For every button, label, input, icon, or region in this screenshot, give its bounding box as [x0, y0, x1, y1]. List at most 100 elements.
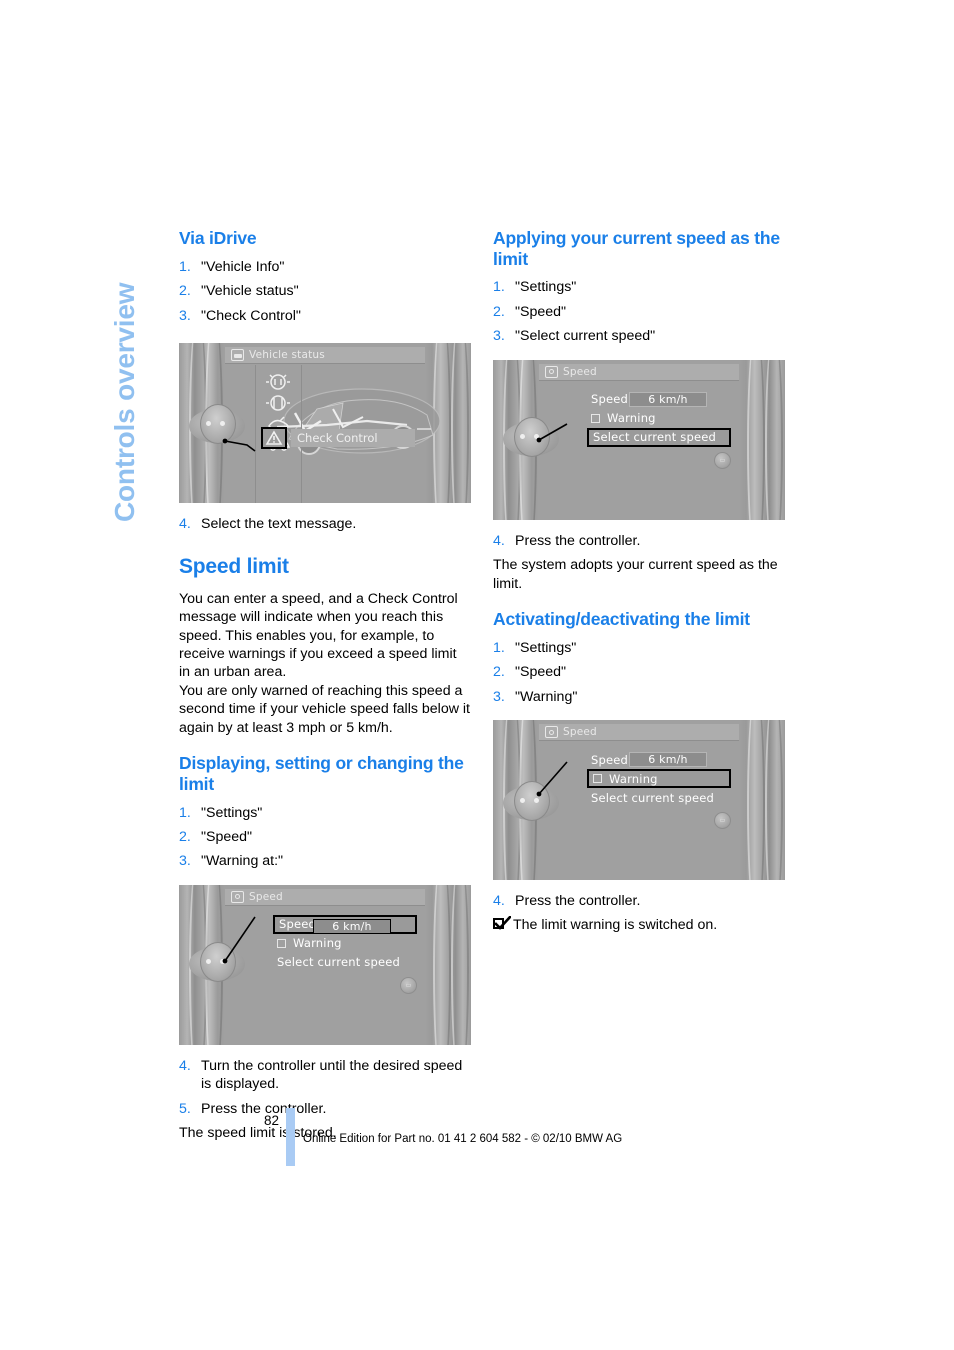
left-column: Via iDrive 1. "Vehicle Info" 2. "Vehicle…	[179, 228, 471, 1143]
heading-via-idrive: Via iDrive	[179, 228, 257, 248]
idrive-screen: Speed Speed 6 km/h Warning Select curren…	[189, 884, 425, 1045]
idrive-screen: Speed Speed 6 km/h Warning Select curren…	[503, 720, 739, 880]
menu-row-label: Speed	[591, 392, 629, 407]
step-text: "Vehicle Info"	[201, 258, 285, 275]
steps-via-idrive: 1. "Vehicle Info" 2. "Vehicle status" 3.…	[179, 258, 471, 325]
checkbox-checked-icon	[493, 916, 511, 932]
gear-icon	[231, 890, 244, 903]
speed-value: 6 km/h	[648, 392, 688, 406]
idrive-screen: Speed Speed 6 km/h Warning Select curren…	[503, 359, 739, 520]
menu-rows: Speed 6 km/h Warning Select current spee…	[587, 390, 731, 447]
steps-activating-deactivating: 1. "Settings" 2. "Speed" 3. "Warning"	[493, 639, 785, 706]
heading-applying-current-speed: Applying your current speed as the limit	[493, 228, 780, 269]
step-number: 1.	[179, 804, 191, 821]
figure-vehicle-status: Vehicle status Check Control	[179, 343, 471, 503]
menu-row-label: Select current speed	[591, 790, 715, 805]
steps-via-idrive-after: 4. Select the text message.	[179, 515, 471, 533]
menu-rows: Speed 6 km/h Warning Select current spee…	[587, 750, 731, 807]
step-text: "Speed"	[515, 664, 567, 681]
screen-header: Vehicle status	[225, 347, 425, 364]
menu-row-label: Warning	[609, 771, 658, 786]
side-button-icon[interactable]: ▭	[714, 812, 731, 829]
step-text: Press the controller.	[515, 532, 641, 549]
footer-accent-bar	[286, 1108, 295, 1166]
step-number: 3.	[493, 688, 505, 705]
figure-speed-menu-speed-selected: Speed Speed 6 km/h Warning Select curren…	[179, 884, 471, 1045]
step-text: Press the controller.	[515, 893, 641, 909]
screen-title: Speed	[249, 890, 283, 903]
step-text: Select the text message.	[201, 516, 357, 532]
step-number: 4.	[179, 1057, 191, 1074]
step-text: "Settings"	[201, 804, 263, 821]
check-control-row[interactable]: Check Control	[291, 429, 415, 447]
heading-displaying-setting-changing: Displaying, setting or changing the limi…	[179, 753, 464, 794]
menu-row-label: Speed	[279, 917, 317, 932]
menu-row-speed[interactable]: Speed 6 km/h	[587, 750, 731, 769]
list-item: 4. Turn the controller until the desired…	[179, 1057, 471, 1094]
screen-title: Speed	[563, 365, 597, 378]
check-control-label: Check Control	[297, 431, 378, 445]
menu-row-speed[interactable]: Speed 6 km/h	[587, 390, 731, 409]
result-system-adopts-speed: The system adopts your current speed as …	[493, 557, 778, 592]
dashboard-trim-right	[425, 884, 471, 1045]
list-item: 2. "Speed"	[493, 303, 785, 321]
gear-icon	[545, 726, 558, 738]
dashboard-trim-right	[739, 720, 785, 880]
list-item: 1. "Settings"	[179, 804, 471, 822]
dashboard-trim-right	[739, 359, 785, 520]
steps-activating-deactivating-after: 4. Press the controller.	[493, 892, 785, 910]
menu-row-select-current-speed[interactable]: Select current speed	[587, 427, 731, 447]
step-text: "Warning"	[515, 688, 578, 705]
list-item: 4. Select the text message.	[179, 515, 471, 533]
screen-header: Speed	[225, 888, 425, 906]
step-number: 2.	[493, 664, 505, 681]
step-text: Turn the controller until the desired sp…	[201, 1057, 463, 1093]
screen-title: Speed	[563, 726, 597, 738]
menu-row-select-current-speed[interactable]: Select current speed	[273, 953, 417, 972]
step-number: 2.	[179, 283, 191, 300]
step-number: 2.	[179, 828, 191, 845]
step-text: "Warning at:"	[201, 853, 284, 870]
menu-row-label: Speed	[591, 752, 629, 767]
step-text: "Check Control"	[201, 307, 301, 324]
idrive-screen: Vehicle status Check Control	[189, 343, 441, 503]
menu-row-warning[interactable]: Warning	[273, 934, 417, 953]
list-item: 2. "Speed"	[179, 828, 471, 846]
step-number: 4.	[493, 532, 505, 549]
list-item: 1. "Settings"	[493, 639, 785, 657]
steps-displaying-setting: 1. "Settings" 2. "Speed" 3. "Warning at:…	[179, 804, 471, 871]
speed-value-box[interactable]: 6 km/h	[629, 391, 707, 407]
manual-page: Controls overview Via iDrive 1. "Vehicle…	[0, 0, 954, 1350]
list-item: 3. "Warning"	[493, 688, 785, 706]
screen-header: Speed	[539, 363, 739, 381]
paragraph-speed-limit-2: You are only warned of reaching this spe…	[179, 682, 470, 736]
menu-row-warning[interactable]: Warning	[587, 409, 731, 428]
menu-row-select-current-speed[interactable]: Select current speed	[587, 788, 731, 807]
right-column: Applying your current speed as the limit…	[493, 228, 785, 935]
step-number: 1.	[493, 279, 505, 296]
list-item: 2. "Speed"	[493, 663, 785, 681]
figure-speed-menu-select-current-selected: Speed Speed 6 km/h Warning Select curren…	[493, 359, 785, 520]
list-item: 4. Press the controller.	[493, 892, 785, 910]
page-footer: 82 Online Edition for Part no. 01 41 2 6…	[179, 1108, 799, 1168]
step-text: "Speed"	[515, 303, 567, 320]
screen-title: Vehicle status	[249, 349, 325, 361]
menu-row-speed[interactable]: Speed 6 km/h	[273, 914, 417, 934]
menu-row-warning[interactable]: Warning	[587, 769, 731, 788]
menu-row-label: Select current speed	[277, 955, 401, 970]
step-number: 2.	[493, 303, 505, 320]
step-text: "Settings"	[515, 279, 577, 296]
side-button-icon[interactable]: ▭	[400, 976, 417, 994]
screen-header: Speed	[539, 724, 739, 741]
menu-row-label: Warning	[293, 936, 342, 951]
list-item: 4. Press the controller.	[493, 532, 785, 550]
speed-value-box[interactable]: 6 km/h	[313, 918, 391, 934]
step-number: 4.	[179, 516, 191, 532]
result-limit-warning-on: The limit warning is switched on.	[493, 916, 785, 934]
speed-value: 6 km/h	[332, 919, 372, 933]
list-item: 2. "Vehicle status"	[179, 282, 471, 300]
side-button-icon[interactable]: ▭	[714, 451, 731, 469]
step-text: "Vehicle status"	[201, 283, 299, 300]
speed-value-box[interactable]: 6 km/h	[629, 752, 707, 767]
page-number: 82	[264, 1113, 280, 1128]
